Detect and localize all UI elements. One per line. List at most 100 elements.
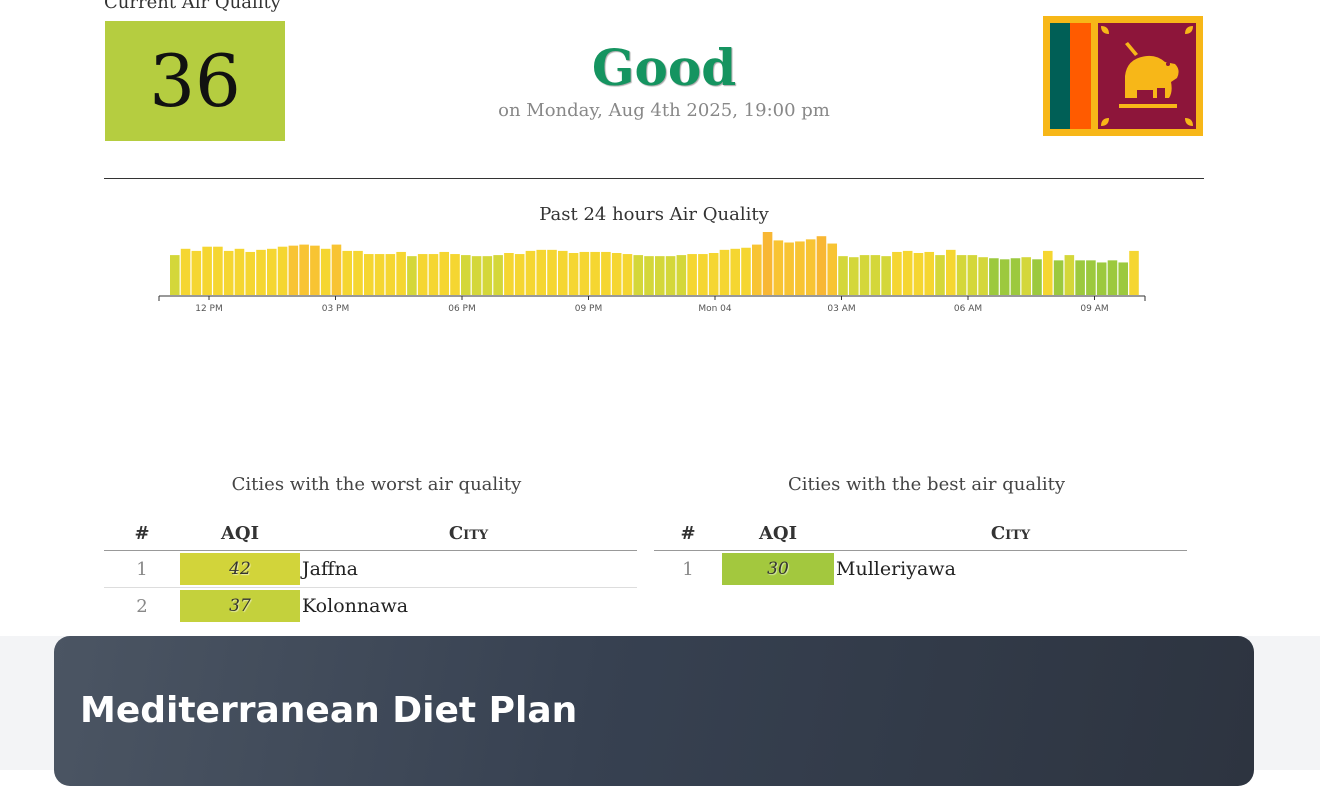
chart-bar[interactable] bbox=[1096, 262, 1107, 295]
chart-bar[interactable] bbox=[676, 255, 687, 295]
chart-bar[interactable] bbox=[795, 241, 805, 295]
chart-bar[interactable] bbox=[1021, 257, 1032, 295]
chart-bar[interactable] bbox=[1086, 260, 1096, 295]
chart-bar[interactable] bbox=[568, 253, 579, 295]
chart-bar[interactable] bbox=[870, 255, 881, 295]
chart-bar[interactable] bbox=[816, 236, 827, 295]
chart-bar[interactable] bbox=[999, 259, 1010, 295]
chart-bar[interactable] bbox=[234, 248, 245, 295]
chart-bar[interactable] bbox=[277, 246, 288, 295]
chart-bar[interactable] bbox=[1053, 260, 1064, 295]
chart-bar[interactable] bbox=[719, 249, 730, 295]
chart-bar[interactable] bbox=[579, 251, 590, 295]
chart-bar[interactable] bbox=[967, 255, 978, 295]
chart-bar[interactable] bbox=[374, 254, 385, 295]
chart-bar[interactable] bbox=[881, 256, 891, 295]
city-link[interactable]: Mulleriyawa bbox=[834, 551, 1187, 588]
chart-bar[interactable] bbox=[752, 244, 762, 295]
chart-bar[interactable] bbox=[514, 254, 525, 295]
chart-bar[interactable] bbox=[439, 251, 450, 295]
chart-bar[interactable] bbox=[601, 251, 611, 295]
chart-bar[interactable] bbox=[708, 253, 719, 295]
x-tick-label: 06 PM bbox=[448, 304, 476, 314]
chart-bar[interactable] bbox=[202, 246, 212, 295]
chart-bar[interactable] bbox=[892, 251, 902, 295]
chart-bar[interactable] bbox=[622, 254, 633, 295]
chart-bar[interactable] bbox=[762, 232, 773, 295]
chart-bar[interactable] bbox=[655, 256, 665, 295]
chart-bar[interactable] bbox=[331, 244, 342, 295]
promo-banner[interactable]: Mediterranean Diet Plan bbox=[54, 636, 1254, 786]
chart-bar[interactable] bbox=[256, 249, 266, 295]
chart-bar[interactable] bbox=[299, 244, 309, 295]
chart-bar[interactable] bbox=[525, 250, 536, 295]
chart-bar[interactable] bbox=[482, 256, 493, 295]
chart-bar[interactable] bbox=[396, 251, 406, 295]
chart-bar[interactable] bbox=[288, 245, 299, 295]
chart-bar[interactable] bbox=[558, 250, 568, 295]
chart-bar[interactable] bbox=[245, 251, 256, 295]
chart-bar[interactable] bbox=[849, 257, 859, 295]
chart-bar[interactable] bbox=[493, 255, 503, 295]
chart-bar[interactable] bbox=[223, 250, 234, 295]
chart-bar[interactable] bbox=[827, 243, 838, 295]
chart-bar[interactable] bbox=[310, 245, 320, 295]
chart-bar[interactable] bbox=[784, 242, 794, 296]
chart-bar[interactable] bbox=[461, 255, 471, 295]
chart-bar[interactable] bbox=[353, 250, 363, 295]
worst-cities-title: Cities with the worst air quality bbox=[231, 474, 522, 495]
chart-bar[interactable] bbox=[1118, 262, 1129, 295]
chart-bar[interactable] bbox=[504, 253, 514, 295]
x-tick-label: 09 AM bbox=[1080, 304, 1108, 314]
chart-bar[interactable] bbox=[191, 250, 202, 295]
chart-bar[interactable] bbox=[590, 251, 600, 295]
chart-bar[interactable] bbox=[665, 256, 676, 295]
chart-bar[interactable] bbox=[180, 248, 191, 295]
chart-bar[interactable] bbox=[644, 256, 654, 295]
chart-bar[interactable] bbox=[536, 249, 547, 295]
chart-bar[interactable] bbox=[698, 254, 708, 295]
chart-bar[interactable] bbox=[342, 250, 353, 295]
chart-bar[interactable] bbox=[1032, 259, 1042, 295]
chart-bar[interactable] bbox=[320, 248, 331, 295]
x-tick-label: 03 PM bbox=[322, 304, 350, 314]
chart-bar[interactable] bbox=[611, 253, 622, 295]
chart-bar[interactable] bbox=[385, 254, 396, 295]
city-link[interactable]: Kolonnawa bbox=[300, 588, 637, 625]
chart-bar[interactable] bbox=[730, 248, 741, 295]
chart-bar[interactable] bbox=[213, 246, 223, 295]
chart-bar[interactable] bbox=[170, 255, 180, 295]
chart-bar[interactable] bbox=[838, 256, 848, 295]
chart-bar[interactable] bbox=[989, 258, 999, 295]
chart-bar[interactable] bbox=[773, 240, 784, 295]
chart-bar[interactable] bbox=[805, 239, 816, 295]
chart-bar[interactable] bbox=[924, 251, 935, 295]
chart-bar[interactable] bbox=[450, 254, 460, 295]
x-tick-label: 12 PM bbox=[195, 304, 223, 314]
chart-bar[interactable] bbox=[417, 254, 428, 295]
chart-bar[interactable] bbox=[1064, 255, 1075, 295]
chart-bar[interactable] bbox=[902, 250, 913, 295]
chart-bar[interactable] bbox=[547, 249, 557, 295]
city-link[interactable]: Jaffna bbox=[300, 550, 637, 588]
chart-bar[interactable] bbox=[859, 255, 870, 295]
chart-bar[interactable] bbox=[978, 257, 988, 295]
chart-bar[interactable] bbox=[1129, 250, 1139, 295]
chart-bar[interactable] bbox=[935, 255, 945, 295]
chart-bar[interactable] bbox=[913, 253, 924, 295]
chart-bar[interactable] bbox=[956, 255, 967, 295]
chart-bar[interactable] bbox=[1043, 250, 1053, 295]
chart-bar[interactable] bbox=[1010, 258, 1021, 295]
chart-bar[interactable] bbox=[633, 255, 644, 295]
chart-bar[interactable] bbox=[946, 249, 956, 295]
chart-bar[interactable] bbox=[364, 254, 374, 295]
chart-bar[interactable] bbox=[687, 254, 697, 295]
chart-bar[interactable] bbox=[741, 247, 751, 295]
chart-bar[interactable] bbox=[428, 254, 439, 295]
chart-bar[interactable] bbox=[407, 256, 417, 295]
chart-bar[interactable] bbox=[267, 248, 277, 295]
chart-bar[interactable] bbox=[1075, 260, 1085, 295]
table-row: 2 37 Kolonnawa bbox=[104, 588, 637, 625]
chart-bar[interactable] bbox=[471, 256, 482, 295]
chart-bar[interactable] bbox=[1107, 260, 1118, 295]
